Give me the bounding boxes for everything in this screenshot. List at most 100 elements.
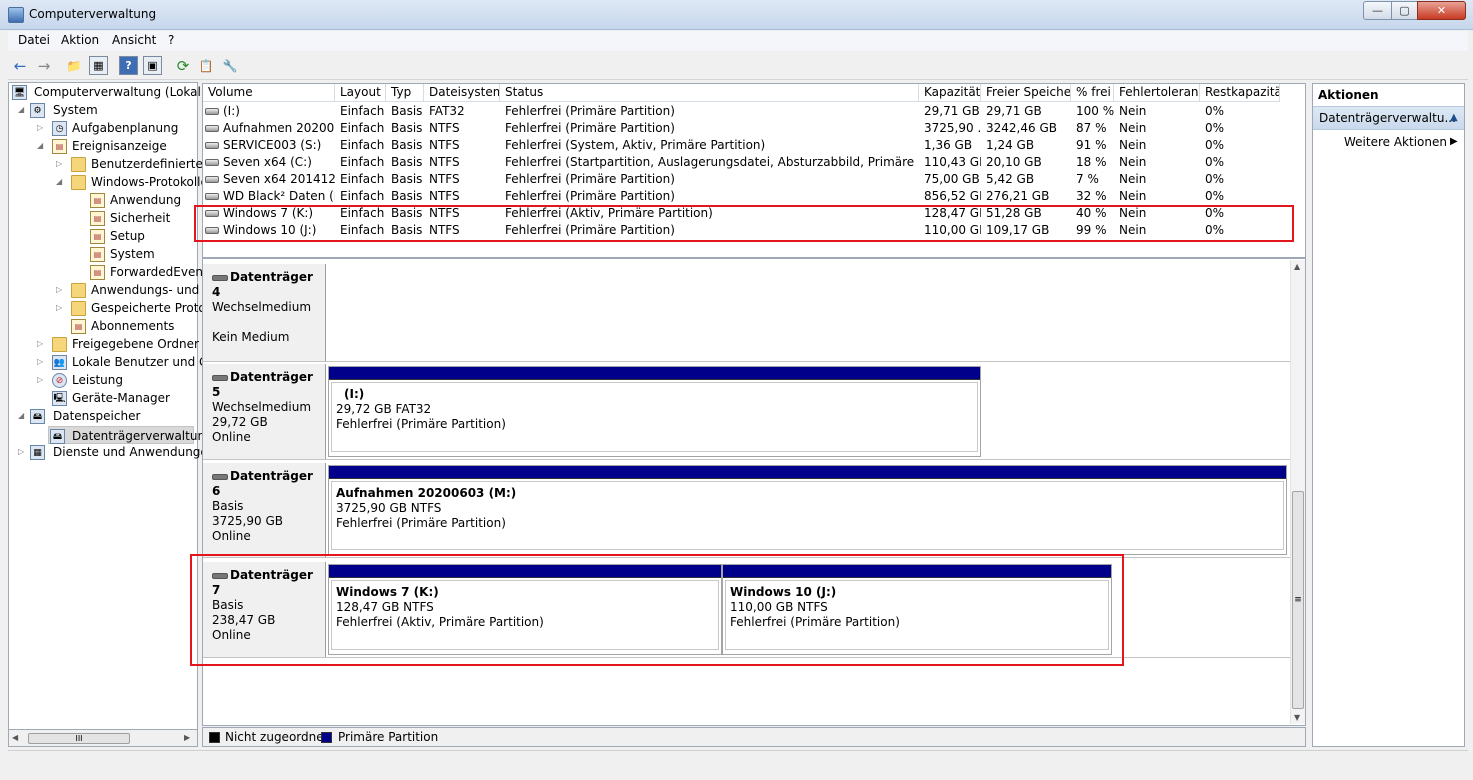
cell-prozent-frei: 100 % bbox=[1076, 104, 1114, 118]
cell-freier-speicher: 5,42 GB bbox=[986, 172, 1035, 186]
disk-scroll-thumb[interactable]: ≡ bbox=[1292, 491, 1304, 709]
column-header-freier-speicher[interactable]: Freier Speicher bbox=[981, 84, 1071, 102]
menu-help[interactable]: ? bbox=[168, 33, 174, 47]
column-header-volume[interactable]: Volume bbox=[203, 84, 335, 102]
settings-icon[interactable]: 🔧 bbox=[220, 56, 240, 76]
cell-prozent-frei: 87 % bbox=[1076, 121, 1107, 135]
minimize-button[interactable]: — bbox=[1363, 1, 1392, 20]
weitere-aktionen-label: Weitere Aktionen bbox=[1344, 135, 1447, 149]
cell-typ: Basis bbox=[391, 121, 423, 135]
collapse-icon[interactable]: ▲ bbox=[1450, 107, 1458, 129]
column-header-restkapazitaet[interactable]: Restkapazität bbox=[1200, 84, 1280, 102]
cell-layout: Einfach bbox=[340, 189, 385, 203]
weitere-aktionen-item[interactable]: Weitere Aktionen bbox=[1344, 135, 1447, 149]
legend-bar: Nicht zugeordnet Primäre Partition bbox=[202, 727, 1306, 747]
cell-prozent-frei: 32 % bbox=[1076, 189, 1107, 203]
cell-kapazitaet: 110,43 GB bbox=[924, 155, 981, 169]
actions-pane bbox=[1312, 83, 1465, 747]
column-header-layout[interactable]: Layout bbox=[335, 84, 386, 102]
disk-name: Datenträger 5 bbox=[212, 370, 313, 399]
disk-info-4[interactable]: Datenträger 4 Wechselmedium Kein Medium bbox=[203, 264, 326, 361]
tree-scroll-thumb[interactable]: III bbox=[28, 733, 130, 744]
cell-status: Fehlerfrei (Primäre Partition) bbox=[505, 121, 675, 135]
disk-info-5[interactable]: Datenträger 5 Wechselmedium 29,72 GB Onl… bbox=[203, 364, 326, 459]
column-header-fehlertoleranz[interactable]: Fehlertoleranz bbox=[1114, 84, 1200, 102]
help-icon[interactable]: ? bbox=[119, 56, 138, 75]
cell-freier-speicher: 29,71 GB bbox=[986, 104, 1042, 118]
partition-i[interactable]: (I:) 29,72 GB FAT32 Fehlerfrei (Primäre Pa… bbox=[328, 366, 981, 457]
volume-icon bbox=[205, 142, 219, 149]
cell-kapazitaet: 75,00 GB bbox=[924, 172, 980, 186]
column-header-typ[interactable]: Typ bbox=[386, 84, 424, 102]
cell-layout: Einfach bbox=[340, 138, 385, 152]
properties-icon[interactable]: 📋 bbox=[196, 56, 216, 76]
cell-status: Fehlerfrei (Primäre Partition) bbox=[505, 172, 675, 186]
highlight-box-disk-7 bbox=[190, 554, 1124, 666]
action-pane-icon[interactable]: ▣ bbox=[143, 56, 162, 75]
cell-status: Fehlerfrei (Startpartition, Auslagerungs… bbox=[505, 155, 919, 169]
cell-restkapazitaet: 0% bbox=[1205, 172, 1225, 186]
cell-typ: Basis bbox=[391, 138, 423, 152]
cell-fehlertoleranz: Nein bbox=[1119, 104, 1147, 118]
menu-datei[interactable]: Datei bbox=[18, 33, 50, 47]
actions-group-datentraegerverwaltung[interactable]: Datenträgerverwaltu... ▲ bbox=[1313, 106, 1464, 130]
cell-layout: Einfach bbox=[340, 172, 385, 186]
cell-layout: Einfach bbox=[340, 121, 385, 135]
scroll-up-icon[interactable]: ▲ bbox=[1294, 262, 1300, 271]
close-button[interactable]: ✕ bbox=[1417, 1, 1466, 20]
cell-fehlertoleranz: Nein bbox=[1119, 189, 1147, 203]
column-header-prozent-frei[interactable]: % frei bbox=[1071, 84, 1114, 102]
cell-fehlertoleranz: Nein bbox=[1119, 155, 1147, 169]
actions-group-label: Datenträgerverwaltu... bbox=[1319, 111, 1456, 125]
disk-type: Basis bbox=[212, 499, 244, 513]
actions-header: Aktionen bbox=[1318, 88, 1379, 102]
cell-dateisystem: NTFS bbox=[429, 189, 460, 203]
disk-size: 3725,90 GB bbox=[212, 514, 283, 528]
disk-state: Online bbox=[212, 529, 251, 543]
volume-icon bbox=[205, 125, 219, 132]
partition-m[interactable]: Aufnahmen 20200603 (M:) 3725,90 GB NTFS Fe… bbox=[328, 465, 1287, 555]
cell-restkapazitaet: 0% bbox=[1205, 121, 1225, 135]
cell-layout: Einfach bbox=[340, 155, 385, 169]
cell-typ: Basis bbox=[391, 155, 423, 169]
menu-ansicht[interactable]: Ansicht bbox=[112, 33, 156, 47]
cell-freier-speicher: 1,24 GB bbox=[986, 138, 1035, 152]
cell-volume: SERVICE003 (S:) bbox=[223, 138, 322, 152]
legend-unallocated: Nicht zugeordnet bbox=[225, 730, 329, 744]
cell-typ: Basis bbox=[391, 189, 423, 203]
volume-icon bbox=[205, 159, 219, 166]
maximize-button[interactable]: ▢ bbox=[1391, 1, 1418, 20]
cell-freier-speicher: 276,21 GB bbox=[986, 189, 1050, 203]
title-bar bbox=[0, 0, 1473, 30]
column-header-kapazitaet[interactable]: Kapazität bbox=[919, 84, 981, 102]
cell-dateisystem: NTFS bbox=[429, 172, 460, 186]
menu-aktion[interactable]: Aktion bbox=[61, 33, 99, 47]
cell-status: Fehlerfrei (Primäre Partition) bbox=[505, 189, 675, 203]
up-folder-icon[interactable]: 📁 bbox=[64, 56, 84, 76]
cell-fehlertoleranz: Nein bbox=[1119, 138, 1147, 152]
volume-icon bbox=[205, 193, 219, 200]
scroll-left-icon[interactable]: ◀ bbox=[12, 733, 18, 742]
partition-filesystem: 29,72 GB FAT32 bbox=[336, 402, 432, 416]
highlight-box-volume-rows bbox=[194, 205, 1294, 242]
cell-prozent-frei: 7 % bbox=[1076, 172, 1099, 186]
computer-management-icon bbox=[8, 7, 24, 23]
cell-fehlertoleranz: Nein bbox=[1119, 172, 1147, 186]
primary-partition-swatch bbox=[321, 732, 332, 743]
disk-info-6[interactable]: Datenträger 6 Basis 3725,90 GB Online bbox=[203, 463, 326, 557]
cell-dateisystem: NTFS bbox=[429, 155, 460, 169]
scroll-down-icon[interactable]: ▼ bbox=[1294, 713, 1300, 722]
refresh-icon[interactable]: ⟳ bbox=[173, 56, 193, 76]
cell-volume: Seven x64 201412 bbox=[223, 172, 335, 186]
forward-icon[interactable]: → bbox=[34, 56, 54, 76]
back-icon[interactable]: ← bbox=[10, 56, 30, 76]
column-header-dateisystem[interactable]: Dateisystem bbox=[424, 84, 500, 102]
scroll-right-icon[interactable]: ▶ bbox=[184, 733, 190, 742]
show-hide-tree-icon[interactable]: ▦ bbox=[89, 56, 108, 75]
partition-status: Fehlerfrei (Primäre Partition) bbox=[336, 417, 506, 431]
cell-freier-speicher: 20,10 GB bbox=[986, 155, 1042, 169]
column-header-status[interactable]: Status bbox=[500, 84, 919, 102]
cell-fehlertoleranz: Nein bbox=[1119, 121, 1147, 135]
cell-dateisystem: NTFS bbox=[429, 138, 460, 152]
submenu-arrow-icon: ▶ bbox=[1450, 136, 1458, 147]
